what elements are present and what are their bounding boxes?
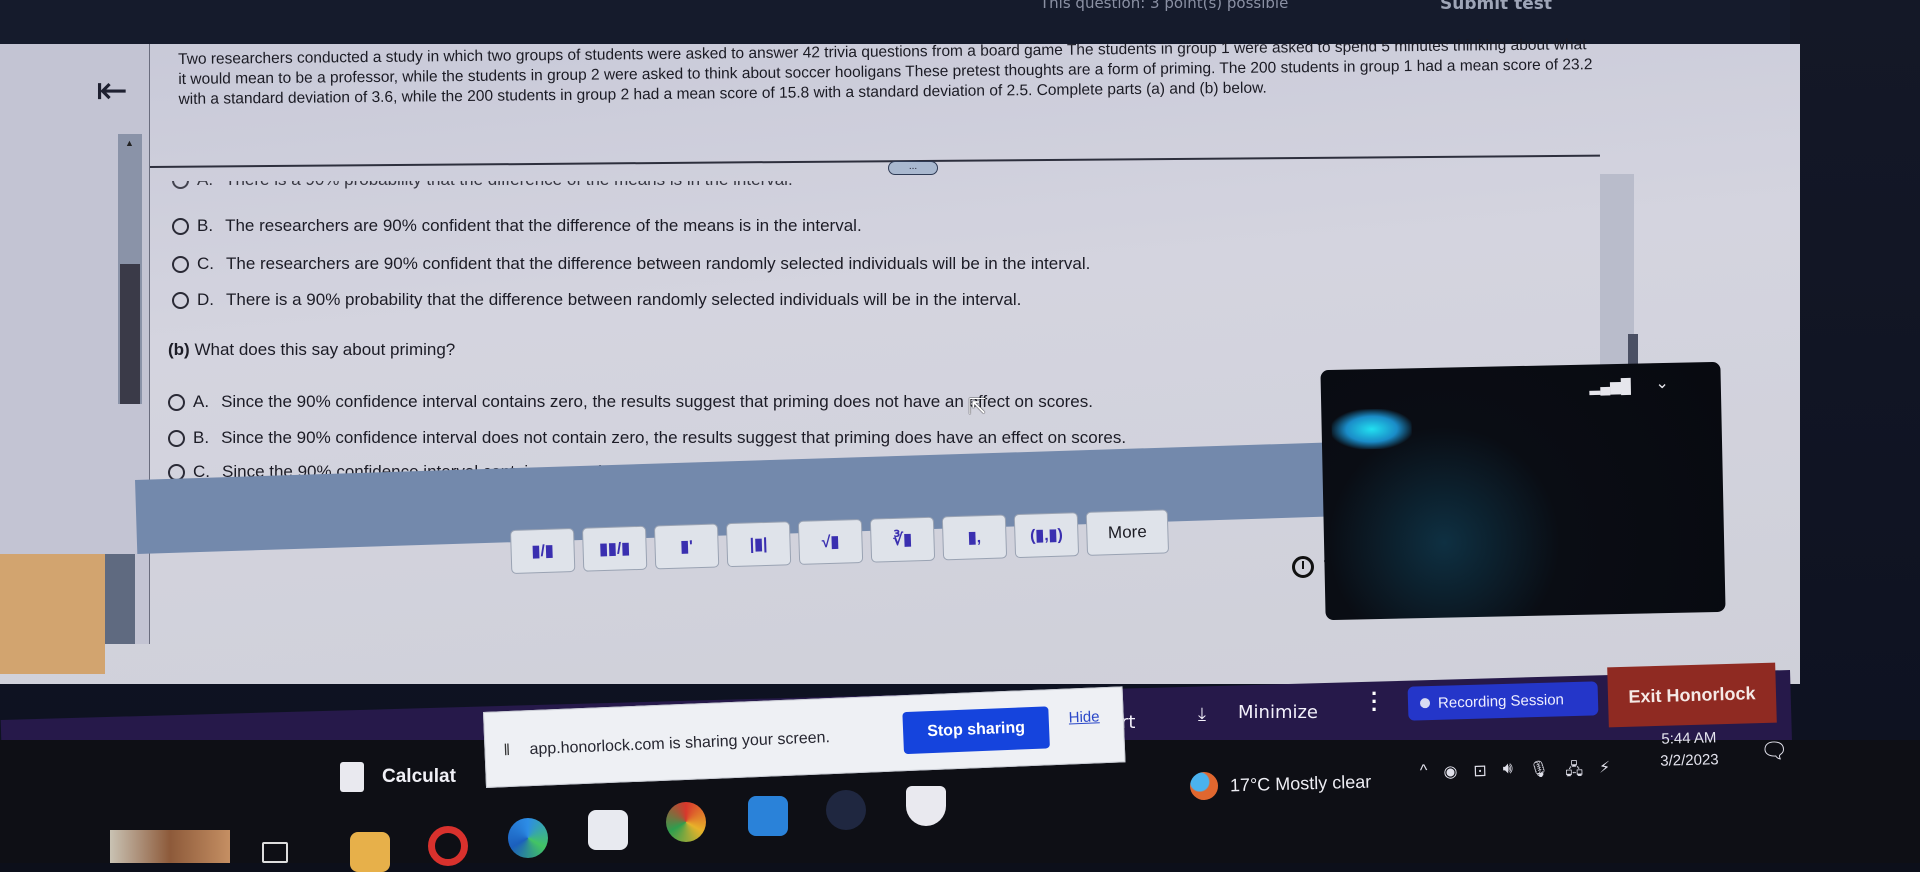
webcam-preview[interactable]: ▂▄▆█ ⌄ <box>1320 361 1726 621</box>
power-icon[interactable]: ⚡︎ <box>1599 758 1611 785</box>
photo-frame: This question: 3 point(s) possible Submi… <box>0 0 1920 872</box>
clock-date: 3/2/2023 <box>1660 751 1719 770</box>
volume-icon[interactable]: 🔊︎ <box>1503 760 1514 787</box>
share-message: app.honorlock.com is sharing your screen… <box>529 729 831 759</box>
collapse-left-arrow-icon[interactable]: ⇤ <box>96 72 128 110</box>
minimize-icon[interactable]: ⤓ <box>1198 704 1206 725</box>
left-scrollbar-thumb[interactable] <box>120 264 140 404</box>
tray-app-icon[interactable]: ◉ <box>1443 762 1458 789</box>
subscript-button[interactable]: ▮, <box>941 514 1008 561</box>
square-root-button[interactable]: √▮ <box>797 518 864 565</box>
security-app-icon[interactable] <box>906 786 946 826</box>
chevron-down-icon[interactable]: ⌄ <box>1655 373 1669 393</box>
weather-widget[interactable]: 17°C Mostly clear <box>1189 768 1372 801</box>
part-b-option-b[interactable]: B. Since the 90% confidence interval doe… <box>168 428 1126 448</box>
microsoft-store-icon[interactable] <box>588 810 628 850</box>
clock-time: 5:44 AM <box>1661 729 1717 748</box>
points-possible: This question: 3 point(s) possible <box>1040 0 1289 12</box>
radio-button[interactable] <box>172 217 189 235</box>
more-options-icon[interactable]: · · · <box>1371 683 1378 721</box>
minimize-button[interactable]: Minimize <box>1238 702 1318 723</box>
recording-session-button[interactable]: Recording Session <box>1407 681 1599 721</box>
radio-button[interactable] <box>168 393 185 411</box>
network-icon[interactable]: 🖧 <box>1565 758 1584 785</box>
file-explorer-icon[interactable] <box>350 832 390 872</box>
recording-dot-icon <box>1419 698 1431 709</box>
part-b-prompt: (b) What does this say about priming? <box>168 340 456 359</box>
submit-test-button[interactable]: Submit test <box>1440 0 1552 14</box>
part-a-option-b[interactable]: B. The researchers are 90% confident tha… <box>172 216 862 236</box>
microphone-icon[interactable]: 🎙︎ <box>1529 759 1550 787</box>
part-b-option-a[interactable]: A. Since the 90% confidence interval con… <box>168 392 1093 412</box>
fraction-button[interactable]: ▮/▮ <box>510 527 576 574</box>
radio-button[interactable] <box>172 181 189 189</box>
scroll-up-icon[interactable]: ▲ <box>125 138 134 148</box>
steam-icon[interactable] <box>826 790 866 830</box>
ordered-pair-button[interactable]: (▮,▮) <box>1013 512 1080 559</box>
exit-honorlock-button[interactable]: Exit Honorlock <box>1607 662 1777 728</box>
chrome-icon[interactable] <box>666 802 706 842</box>
webcam-light <box>1331 408 1413 450</box>
left-panel-footer <box>0 554 105 674</box>
left-scrollbar[interactable]: ▲ <box>118 134 142 404</box>
exponent-button[interactable]: ▮' <box>653 523 720 570</box>
notifications-icon[interactable]: 🗨︎ <box>1760 738 1788 764</box>
left-panel: ⇤ ▲ <box>0 44 150 674</box>
more-button[interactable]: More <box>1085 509 1170 556</box>
part-a-option-d[interactable]: D. There is a 90% probability that the d… <box>172 290 1021 310</box>
system-tray: ^ ◉ ⊡ 🔊︎ 🎙︎ 🖧 ⚡︎ <box>1420 758 1611 790</box>
calculator-icon <box>340 762 364 792</box>
pause-icon: ‖ <box>503 741 511 760</box>
wallpaper-thumbnail <box>110 830 230 863</box>
absolute-value-button[interactable]: |▮| <box>725 521 792 568</box>
expand-divider-button[interactable]: ... <box>888 161 938 175</box>
divider <box>150 154 1600 168</box>
part-a-option-c[interactable]: C. The researchers are 90% confident tha… <box>172 254 1090 274</box>
taskbar-clock[interactable]: 5:44 AM 3/2/2023 <box>1659 727 1719 773</box>
stop-sharing-button[interactable]: Stop sharing <box>902 706 1050 755</box>
weather-icon <box>1189 771 1219 801</box>
mail-icon[interactable] <box>748 796 788 836</box>
left-panel-footer-edge <box>105 554 135 644</box>
signal-bars-icon: ▂▄▆█ <box>1589 377 1631 395</box>
mouse-cursor-icon: ⇱ <box>968 394 987 419</box>
opera-icon[interactable] <box>428 826 468 866</box>
camera-icon[interactable]: ⊡ <box>1473 761 1487 788</box>
task-view-icon[interactable] <box>262 842 288 863</box>
mixed-number-button[interactable]: ▮▮/▮ <box>581 525 648 572</box>
hide-link[interactable]: Hide <box>1068 708 1100 726</box>
problem-statement: Two researchers conducted a study in whi… <box>178 36 1593 108</box>
clock-icon <box>1292 556 1314 578</box>
show-hidden-icons-icon[interactable]: ^ <box>1420 762 1428 789</box>
radio-button[interactable] <box>172 255 189 273</box>
radio-button[interactable] <box>168 429 185 447</box>
edge-icon[interactable] <box>508 818 548 858</box>
radio-button[interactable] <box>172 291 189 309</box>
calculator-window-button[interactable]: Calculat <box>340 762 456 792</box>
part-a-option-a[interactable]: A. There is a 90% probability that the d… <box>172 181 793 190</box>
nth-root-button[interactable]: ∛▮ <box>869 516 936 563</box>
